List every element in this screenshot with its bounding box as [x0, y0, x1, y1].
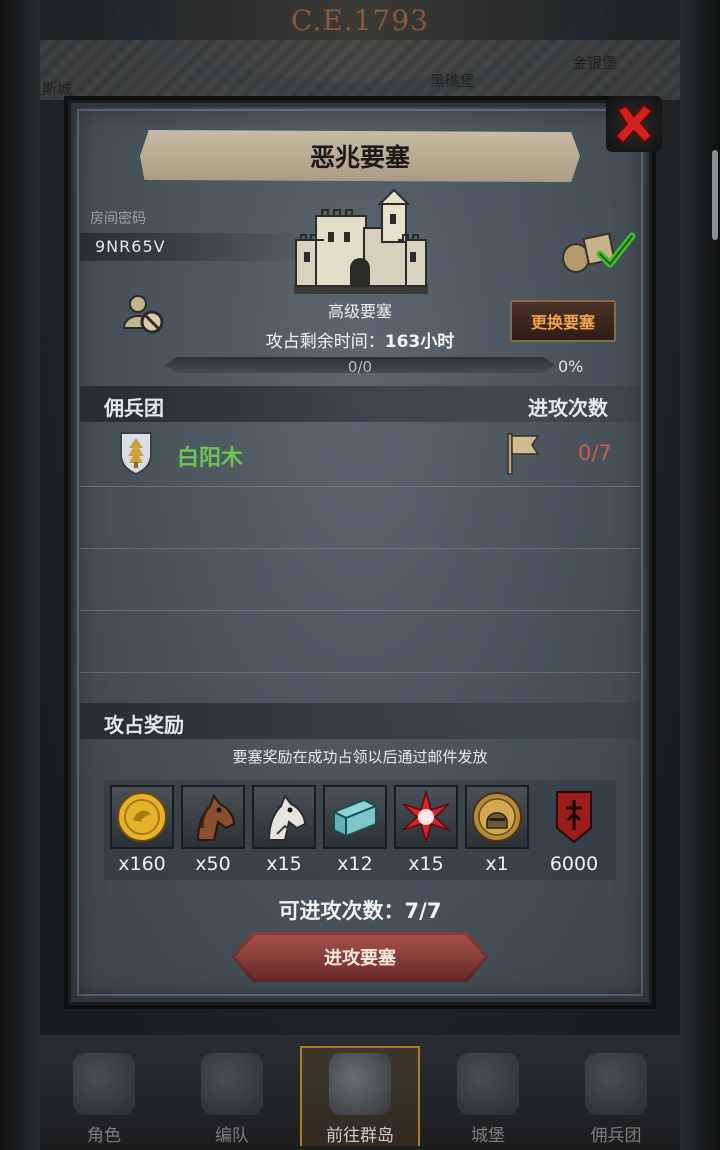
- nav-castle[interactable]: 城堡: [428, 1046, 548, 1146]
- nav-label: 城堡: [471, 1126, 505, 1146]
- red-star-icon: [402, 790, 450, 844]
- reward-item[interactable]: x160: [109, 785, 175, 885]
- mercenary-header: 佣兵团: [104, 396, 164, 420]
- nav-islands[interactable]: 前往群岛: [300, 1046, 420, 1146]
- nav-label: 编队: [215, 1126, 249, 1146]
- row-divider: [80, 610, 640, 611]
- frame-left: [0, 0, 40, 1150]
- room-code-label: 房间密码: [90, 211, 146, 227]
- panel-title: 恶兆要塞: [309, 143, 410, 172]
- map-label: 金银堡: [572, 54, 618, 72]
- attacks-remaining-label: 可进攻次数：: [278, 899, 405, 923]
- capture-progress-text: 0/0: [347, 358, 373, 376]
- castle-icon: [457, 1053, 519, 1115]
- map-label: 斯城: [42, 80, 73, 98]
- mercenary-row[interactable]: 白阳木 0/7: [80, 430, 640, 486]
- fortress-icon: [294, 188, 428, 294]
- reward-slot: [110, 785, 174, 849]
- era-year: C.E.1793: [291, 4, 429, 37]
- time-remaining: 攻占剩余时间：163小时: [0, 327, 720, 352]
- reward-note: 要塞奖励在成功占领以后通过邮件发放: [232, 748, 488, 766]
- attack-fortress-button[interactable]: 进攻要塞: [232, 932, 488, 982]
- scrollbar[interactable]: [712, 150, 718, 240]
- red-banner-icon: [556, 791, 592, 844]
- reward-qty: x160: [118, 853, 166, 875]
- attacks-header: 进攻次数: [528, 396, 608, 420]
- nav-character[interactable]: 角色: [44, 1046, 164, 1146]
- mercenary-attack-count: 0/7: [578, 441, 612, 465]
- attacks-remaining-value: 7/7: [404, 899, 442, 923]
- reward-qty: x12: [337, 853, 373, 875]
- reward-item[interactable]: x50: [180, 785, 246, 885]
- character-icon: [73, 1053, 135, 1115]
- reward-qty: x1: [485, 853, 509, 875]
- white-horse-icon: [267, 793, 307, 841]
- flag-icon: [507, 433, 540, 475]
- row-divider: [80, 672, 640, 673]
- reward-header: 攻占奖励: [104, 713, 184, 737]
- room-code[interactable]: 9NR65V: [95, 237, 166, 256]
- reward-item[interactable]: x12: [322, 785, 388, 885]
- reward-slot: [323, 785, 387, 849]
- row-divider: [80, 486, 640, 487]
- close-icon: [614, 103, 654, 145]
- time-remaining-label: 攻占剩余时间：: [265, 332, 385, 352]
- formation-icon: [201, 1053, 263, 1115]
- reward-item[interactable]: x1: [464, 785, 530, 885]
- mercenary-icon: [585, 1053, 647, 1115]
- panel-title-bar: 恶兆要塞: [140, 130, 580, 182]
- close-button[interactable]: [606, 96, 662, 152]
- time-remaining-value: 163小时: [384, 332, 455, 352]
- reward-slot: [394, 785, 458, 849]
- mercenary-name: 白阳木: [177, 446, 244, 471]
- map-label: 黑礁堡: [430, 72, 476, 90]
- reward-item[interactable]: 6000: [541, 785, 607, 885]
- nav-label: 佣兵团: [590, 1126, 642, 1146]
- reward-item[interactable]: x15: [251, 785, 317, 885]
- reward-qty: x15: [408, 853, 444, 875]
- bottom-nav: 角色 编队 前往群岛 城堡 佣兵团: [40, 1035, 680, 1150]
- cloth-scroll-icon: [331, 798, 379, 838]
- reward-slot: [465, 785, 529, 849]
- reward-qty: x50: [195, 853, 231, 875]
- reward-qty: 6000: [549, 853, 599, 875]
- tree-shield-icon: [120, 432, 152, 476]
- reward-item[interactable]: x15: [393, 785, 459, 885]
- loot-claimed-icon[interactable]: [560, 226, 636, 274]
- reward-qty: x15: [266, 853, 302, 875]
- nav-label: 前往群岛: [326, 1126, 394, 1146]
- nav-label: 角色: [87, 1126, 121, 1146]
- gold-coin-icon: [117, 792, 167, 842]
- reward-slot: [542, 785, 606, 849]
- capture-progress-percent: 0%: [558, 357, 584, 376]
- attack-button-label: 进攻要塞: [324, 948, 396, 969]
- knight-medal-icon: [472, 792, 522, 842]
- nav-formation[interactable]: 编队: [172, 1046, 292, 1146]
- islands-icon: [329, 1053, 391, 1115]
- brown-horse-icon: [196, 793, 236, 841]
- reward-slot: [252, 785, 316, 849]
- reward-slot: [181, 785, 245, 849]
- nav-mercenary[interactable]: 佣兵团: [556, 1046, 676, 1146]
- row-divider: [80, 548, 640, 549]
- attacks-remaining: 可进攻次数：7/7: [0, 895, 720, 925]
